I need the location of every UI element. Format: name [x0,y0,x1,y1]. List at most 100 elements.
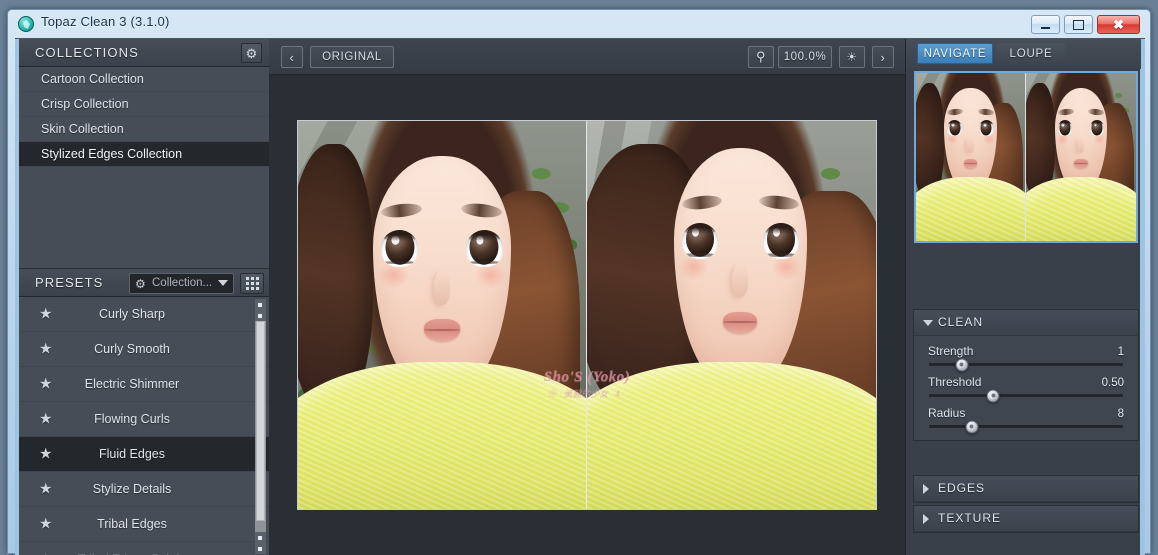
scroll-down-icon[interactable] [255,532,266,543]
chevron-down-icon [218,280,228,286]
slider-strength-knob[interactable] [955,358,968,371]
slider-threshold-label: Threshold [928,375,981,389]
slider-radius-knob[interactable] [965,420,978,433]
slider-threshold-value: 0.50 [1102,377,1124,389]
zoom-level-display[interactable]: 100.0% [778,46,832,68]
slider-strength-track[interactable] [929,363,1123,366]
collection-item-cartoon[interactable]: Cartoon Collection [19,67,269,92]
image-stage[interactable]: Sho'S (Yoko) ❀ 美麗的少女 4 [269,75,905,555]
eye-right [979,120,993,136]
grid-icon [246,277,259,290]
slider-threshold-knob[interactable] [987,389,1000,402]
preset-item[interactable]: ★ Curly Smooth [19,332,269,367]
minimize-icon [1032,16,1059,33]
chevron-down-icon [923,320,933,326]
eye-left [1058,120,1072,136]
section-edges-header[interactable]: EDGES [914,476,1138,502]
section-clean-header[interactable]: CLEAN [914,310,1138,336]
preset-item[interactable]: ★ Tribal Edges [19,507,269,542]
close-button[interactable]: ✖ [1097,15,1140,34]
slider-strength-label: Strength [928,344,973,358]
zoom-search-button[interactable]: ⚲ [748,46,774,68]
star-icon[interactable]: ★ [39,307,52,322]
minimize-button[interactable] [1031,15,1060,34]
preset-item[interactable]: ★ Stylize Details [19,472,269,507]
preview-navigator-thumbnail[interactable] [914,71,1138,243]
presets-list[interactable]: ★ Curly Sharp ★ Curly Smooth ★ Electric … [19,297,269,555]
chevron-right-icon [923,484,929,494]
image-toolbar: ‹ ORIGINAL ⚲ 100.0% ☀ › [269,39,905,75]
eye-left [682,223,718,259]
collection-item-crisp[interactable]: Crisp Collection [19,92,269,117]
collections-settings-button[interactable]: ⚙ [241,43,262,63]
title-bar: Topaz Clean 3 (3.1.0) ✖ [8,10,1150,38]
photo-comparison-frame[interactable]: Sho'S (Yoko) ❀ 美麗的少女 4 [297,120,877,510]
slider-threshold[interactable]: Threshold 0.50 [928,375,1124,397]
presets-scrollbar[interactable] [255,299,266,554]
scrollbar-thumb[interactable] [256,321,265,521]
scroll-up-icon-2[interactable] [255,310,266,321]
eyelid-right [763,223,799,234]
original-view-button[interactable]: ORIGINAL [310,46,394,68]
preset-label: Fluid Edges [19,447,269,461]
navigator-tabbar: NAVIGATE LOUPE [906,39,1141,69]
yellow-sweater [916,177,1026,241]
eyebrow-left [381,202,424,219]
maximize-icon [1065,16,1092,33]
slider-strength[interactable]: Strength 1 [928,344,1124,366]
preset-item-selected[interactable]: ★ Fluid Edges [19,437,269,472]
section-clean-body: Strength 1 Threshold 0.50 [914,336,1138,440]
star-icon[interactable]: ★ [39,447,52,462]
center-panel: ‹ ORIGINAL ⚲ 100.0% ☀ › [269,39,905,555]
section-texture-header[interactable]: TEXTURE [914,506,1138,532]
previous-button[interactable]: ‹ [281,46,303,68]
preset-collection-value: Collection... [152,277,212,289]
preset-label: Flowing Curls [19,412,269,426]
preset-collection-select[interactable]: ⚙ Collection... [129,273,234,294]
star-icon[interactable]: ★ [39,517,52,532]
preset-item[interactable]: ★ Tribal Edges Subtle [19,542,269,555]
preset-label: Curly Sharp [19,307,269,321]
client-area: COLLECTIONS ⚙ Cartoon Collection Crisp C… [15,38,1145,555]
eye-left [381,230,418,266]
lightbulb-button[interactable]: ☀ [839,46,865,68]
eyelid-right [979,120,993,125]
slider-radius[interactable]: Radius 8 [928,406,1124,428]
lips [964,159,978,168]
right-accent-bar [1140,39,1145,555]
preset-item[interactable]: ★ Curly Sharp [19,297,269,332]
nose [967,138,973,153]
collections-header: COLLECTIONS ⚙ [19,39,269,67]
scroll-down-icon-2[interactable] [255,543,266,554]
tab-loupe[interactable]: LOUPE [997,43,1065,64]
section-clean-title: CLEAN [938,315,983,329]
eye-left [947,120,961,136]
slider-threshold-track[interactable] [929,394,1123,397]
photo-processed-half [587,121,876,509]
collection-item-skin[interactable]: Skin Collection [19,117,269,142]
topaz-logo-icon [18,16,34,32]
next-button[interactable]: › [872,46,894,68]
star-icon[interactable]: ★ [39,377,52,392]
star-icon[interactable]: ★ [39,342,52,357]
section-edges-title: EDGES [938,481,985,495]
thumbnail-original-half [916,73,1026,241]
eyebrow-left [681,194,722,211]
star-icon[interactable]: ★ [39,482,52,497]
maximize-button[interactable] [1064,15,1093,34]
star-icon[interactable]: ★ [39,412,52,427]
scroll-up-icon[interactable] [255,299,266,310]
eyebrow-left [1057,108,1073,115]
collections-title: COLLECTIONS [35,45,139,60]
collection-item-stylized-edges[interactable]: Stylized Edges Collection [19,142,269,167]
preset-item[interactable]: ★ Electric Shimmer [19,367,269,402]
grid-view-button[interactable] [240,273,264,294]
eyelid-left [381,230,418,241]
eye-right [466,230,503,266]
nose [732,264,748,298]
gear-icon: ⚙ [246,47,258,60]
preset-item[interactable]: ★ Flowing Curls [19,402,269,437]
collections-list[interactable]: Cartoon Collection Crisp Collection Skin… [19,67,269,269]
slider-radius-track[interactable] [929,425,1123,428]
tab-navigate[interactable]: NAVIGATE [917,43,993,64]
